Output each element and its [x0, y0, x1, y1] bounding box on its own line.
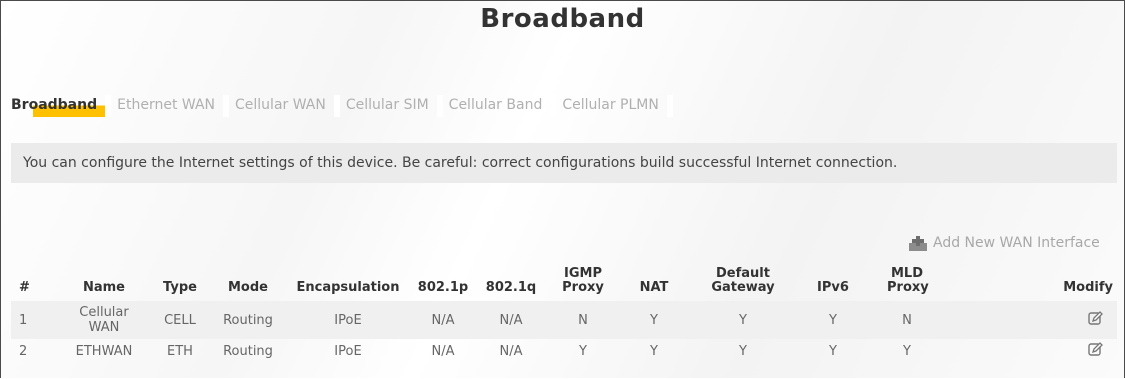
col-header-default-gateway: Default Gateway	[711, 266, 775, 295]
cell-name: ETHWAN	[75, 344, 133, 359]
col-header-encapsulation: Encapsulation	[296, 280, 400, 295]
table-row: 2 ETHWAN ETH Routing IPoE N/A N/A Y Y Y …	[11, 339, 1117, 364]
wan-interface-table: # Name Type Mode Encapsulation 802.1p 80…	[11, 251, 1117, 364]
cell-ipv6: Y	[799, 301, 867, 339]
tab-cellular-plmn[interactable]: Cellular PLMN	[562, 95, 673, 117]
col-header-modify: Modify	[1063, 280, 1113, 295]
plus-icon	[909, 236, 927, 251]
cell-mld-proxy: Y	[903, 344, 911, 359]
col-header-8021p: 802.1p	[417, 280, 469, 295]
tab-cellular-band[interactable]: Cellular Band	[449, 95, 557, 117]
edit-icon[interactable]	[1088, 342, 1103, 361]
cell-encapsulation: IPoE	[287, 301, 409, 339]
cell-8021p: N/A	[409, 301, 477, 339]
cell-mode: Routing	[209, 301, 287, 339]
add-wan-interface-button[interactable]: Add New WAN Interface	[909, 235, 1100, 251]
tab-cellular-sim[interactable]: Cellular SIM	[346, 95, 443, 117]
tab-cellular-wan[interactable]: Cellular WAN	[235, 95, 340, 117]
cell-mode: Routing	[223, 344, 273, 359]
col-header-mode: Mode	[228, 280, 268, 295]
add-wan-interface-label: Add New WAN Interface	[933, 235, 1100, 251]
cell-igmp-proxy: Y	[579, 344, 587, 359]
cell-8021p: N/A	[431, 344, 455, 359]
col-header-8021q: 802.1q	[485, 280, 537, 295]
cell-8021q: N/A	[499, 344, 523, 359]
col-header-mld-proxy: MLD Proxy	[887, 266, 929, 295]
cell-modify	[947, 339, 1117, 364]
info-text: You can configure the Internet settings …	[23, 155, 898, 171]
tab-ethernet-wan[interactable]: Ethernet WAN	[117, 95, 230, 117]
col-header-name: Name	[82, 280, 125, 295]
cell-type: CELL	[151, 301, 209, 339]
cell-encapsulation: IPoE	[334, 344, 362, 359]
cell-type: ETH	[167, 344, 193, 359]
cell-mld-proxy: N	[867, 301, 947, 339]
cell-default-gateway: Y	[739, 344, 747, 359]
cell-igmp-proxy: N	[545, 301, 621, 339]
col-header-igmp-proxy: IGMP Proxy	[562, 266, 604, 295]
cell-name: Cellular WAN	[57, 301, 151, 339]
info-banner: You can configure the Internet settings …	[11, 143, 1117, 183]
tab-broadband[interactable]: Broadband	[11, 95, 112, 117]
col-header-num: #	[19, 280, 30, 295]
page-title: Broadband	[480, 4, 645, 34]
cell-ipv6: Y	[829, 344, 837, 359]
col-header-ipv6: IPv6	[817, 280, 849, 295]
col-header-nat: NAT	[639, 280, 669, 295]
table-header-row: # Name Type Mode Encapsulation 802.1p 80…	[11, 251, 1117, 301]
cell-nat: Y	[650, 344, 658, 359]
cell-nat: Y	[621, 301, 687, 339]
tab-bar: Broadband Ethernet WAN Cellular WAN Cell…	[11, 95, 679, 117]
cell-num: 2	[19, 344, 28, 359]
cell-num: 1	[11, 301, 57, 339]
table-row: 1 Cellular WAN CELL Routing IPoE N/A N/A…	[11, 301, 1117, 339]
cell-8021q: N/A	[477, 301, 545, 339]
col-header-type: Type	[163, 280, 197, 295]
edit-icon[interactable]	[1088, 310, 1103, 330]
broadband-panel: Broadband Broadband Ethernet WAN Cellula…	[0, 0, 1125, 378]
cell-modify	[947, 301, 1117, 339]
cell-default-gateway: Y	[687, 301, 799, 339]
